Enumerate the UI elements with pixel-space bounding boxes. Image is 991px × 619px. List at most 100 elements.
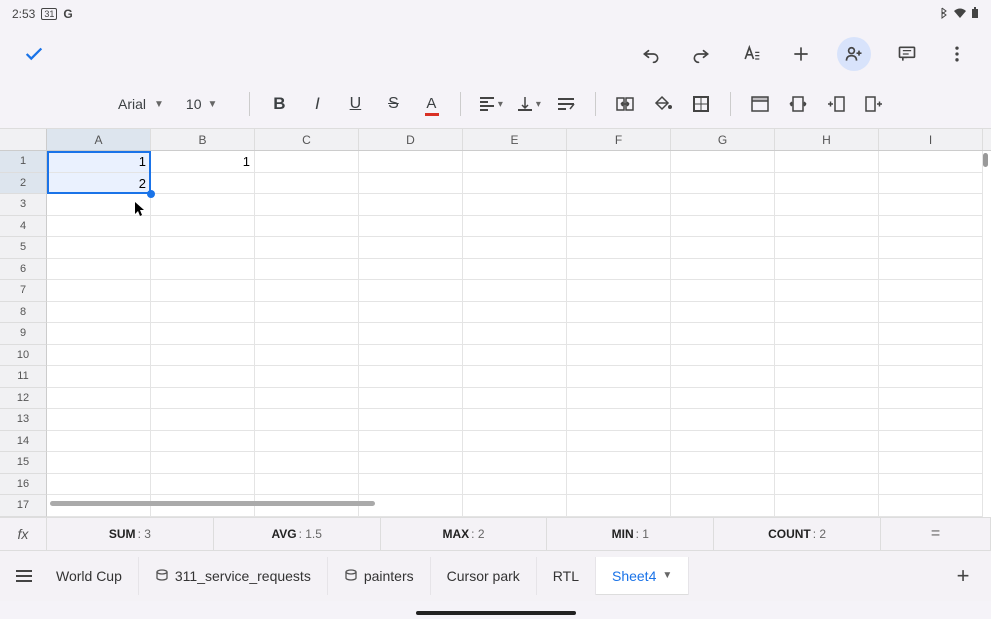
cell[interactable] <box>775 151 879 173</box>
cell[interactable] <box>359 259 463 281</box>
cell[interactable] <box>255 237 359 259</box>
cell[interactable] <box>671 216 775 238</box>
cell[interactable] <box>255 323 359 345</box>
cell[interactable] <box>255 216 359 238</box>
cell[interactable] <box>359 345 463 367</box>
cell[interactable] <box>151 409 255 431</box>
cell[interactable] <box>567 302 671 324</box>
text-format-button[interactable] <box>737 40 765 68</box>
cell[interactable] <box>151 194 255 216</box>
cell[interactable] <box>567 280 671 302</box>
cell[interactable] <box>775 280 879 302</box>
cell[interactable] <box>359 216 463 238</box>
cell[interactable] <box>255 173 359 195</box>
insert-left-button[interactable] <box>821 89 851 119</box>
cell[interactable] <box>359 474 463 496</box>
cell[interactable] <box>463 409 567 431</box>
cell[interactable] <box>463 452 567 474</box>
cell[interactable] <box>879 194 983 216</box>
cell[interactable] <box>463 280 567 302</box>
cell[interactable] <box>567 409 671 431</box>
cell[interactable] <box>775 409 879 431</box>
cell[interactable] <box>47 237 151 259</box>
cell[interactable] <box>775 345 879 367</box>
row-header[interactable]: 11 <box>0 366 47 388</box>
cell[interactable] <box>671 194 775 216</box>
cell[interactable] <box>879 388 983 410</box>
cell[interactable] <box>463 431 567 453</box>
cell[interactable] <box>879 495 983 517</box>
cell[interactable] <box>359 302 463 324</box>
cell[interactable] <box>879 280 983 302</box>
cell[interactable] <box>567 452 671 474</box>
sheet-tab[interactable]: 311_service_requests <box>139 557 328 595</box>
cell[interactable] <box>775 431 879 453</box>
cell[interactable] <box>879 151 983 173</box>
cell[interactable] <box>671 259 775 281</box>
column-header[interactable]: I <box>879 129 983 150</box>
cell[interactable] <box>775 259 879 281</box>
cell[interactable] <box>151 388 255 410</box>
cell[interactable] <box>567 474 671 496</box>
cell[interactable] <box>463 237 567 259</box>
row-header[interactable]: 12 <box>0 388 47 410</box>
row-header[interactable]: 15 <box>0 452 47 474</box>
cell[interactable] <box>151 259 255 281</box>
cell[interactable] <box>671 323 775 345</box>
cell[interactable] <box>151 237 255 259</box>
cell[interactable] <box>255 302 359 324</box>
share-person-button[interactable] <box>837 37 871 71</box>
cell[interactable] <box>151 302 255 324</box>
comment-button[interactable] <box>893 40 921 68</box>
cell[interactable] <box>567 345 671 367</box>
cell[interactable] <box>255 151 359 173</box>
cell[interactable] <box>567 151 671 173</box>
cell[interactable] <box>463 323 567 345</box>
cell[interactable] <box>359 366 463 388</box>
cell[interactable] <box>463 302 567 324</box>
chevron-down-icon[interactable]: ▼ <box>662 570 672 581</box>
cell[interactable] <box>463 474 567 496</box>
cell[interactable] <box>879 345 983 367</box>
cell[interactable] <box>151 474 255 496</box>
row-header[interactable]: 2 <box>0 173 47 195</box>
column-header[interactable]: B <box>151 129 255 150</box>
cell[interactable] <box>567 173 671 195</box>
cell[interactable] <box>255 366 359 388</box>
cell[interactable] <box>775 323 879 345</box>
cell[interactable] <box>671 452 775 474</box>
cell[interactable] <box>671 345 775 367</box>
row-header[interactable]: 9 <box>0 323 47 345</box>
cell[interactable] <box>879 323 983 345</box>
autofit-button[interactable] <box>783 89 813 119</box>
row-header[interactable]: 13 <box>0 409 47 431</box>
column-header[interactable]: D <box>359 129 463 150</box>
sheet-tab[interactable]: painters <box>328 557 431 595</box>
cell[interactable] <box>775 173 879 195</box>
strikethrough-button[interactable]: S <box>378 89 408 119</box>
stat-max[interactable]: MAX: 2 <box>381 518 548 550</box>
cell[interactable] <box>47 366 151 388</box>
row-header[interactable]: 14 <box>0 431 47 453</box>
cell[interactable] <box>463 173 567 195</box>
cell[interactable] <box>879 302 983 324</box>
italic-button[interactable]: I <box>302 89 332 119</box>
column-header[interactable]: H <box>775 129 879 150</box>
cell[interactable] <box>879 237 983 259</box>
stat-count[interactable]: COUNT: 2 <box>714 518 881 550</box>
cell[interactable] <box>775 388 879 410</box>
fx-icon[interactable]: fx <box>0 518 47 550</box>
undo-button[interactable] <box>637 40 665 68</box>
cell[interactable] <box>671 495 775 517</box>
cell[interactable] <box>463 366 567 388</box>
cell[interactable] <box>359 388 463 410</box>
cell[interactable] <box>775 216 879 238</box>
cell[interactable] <box>359 409 463 431</box>
h-align-button[interactable]: ▾ <box>475 89 505 119</box>
row-header[interactable]: 16 <box>0 474 47 496</box>
cell[interactable] <box>567 323 671 345</box>
cell[interactable] <box>567 495 671 517</box>
cell[interactable] <box>47 431 151 453</box>
accept-check-button[interactable] <box>20 40 48 68</box>
sheet-tab[interactable]: Sheet4▼ <box>596 557 689 595</box>
